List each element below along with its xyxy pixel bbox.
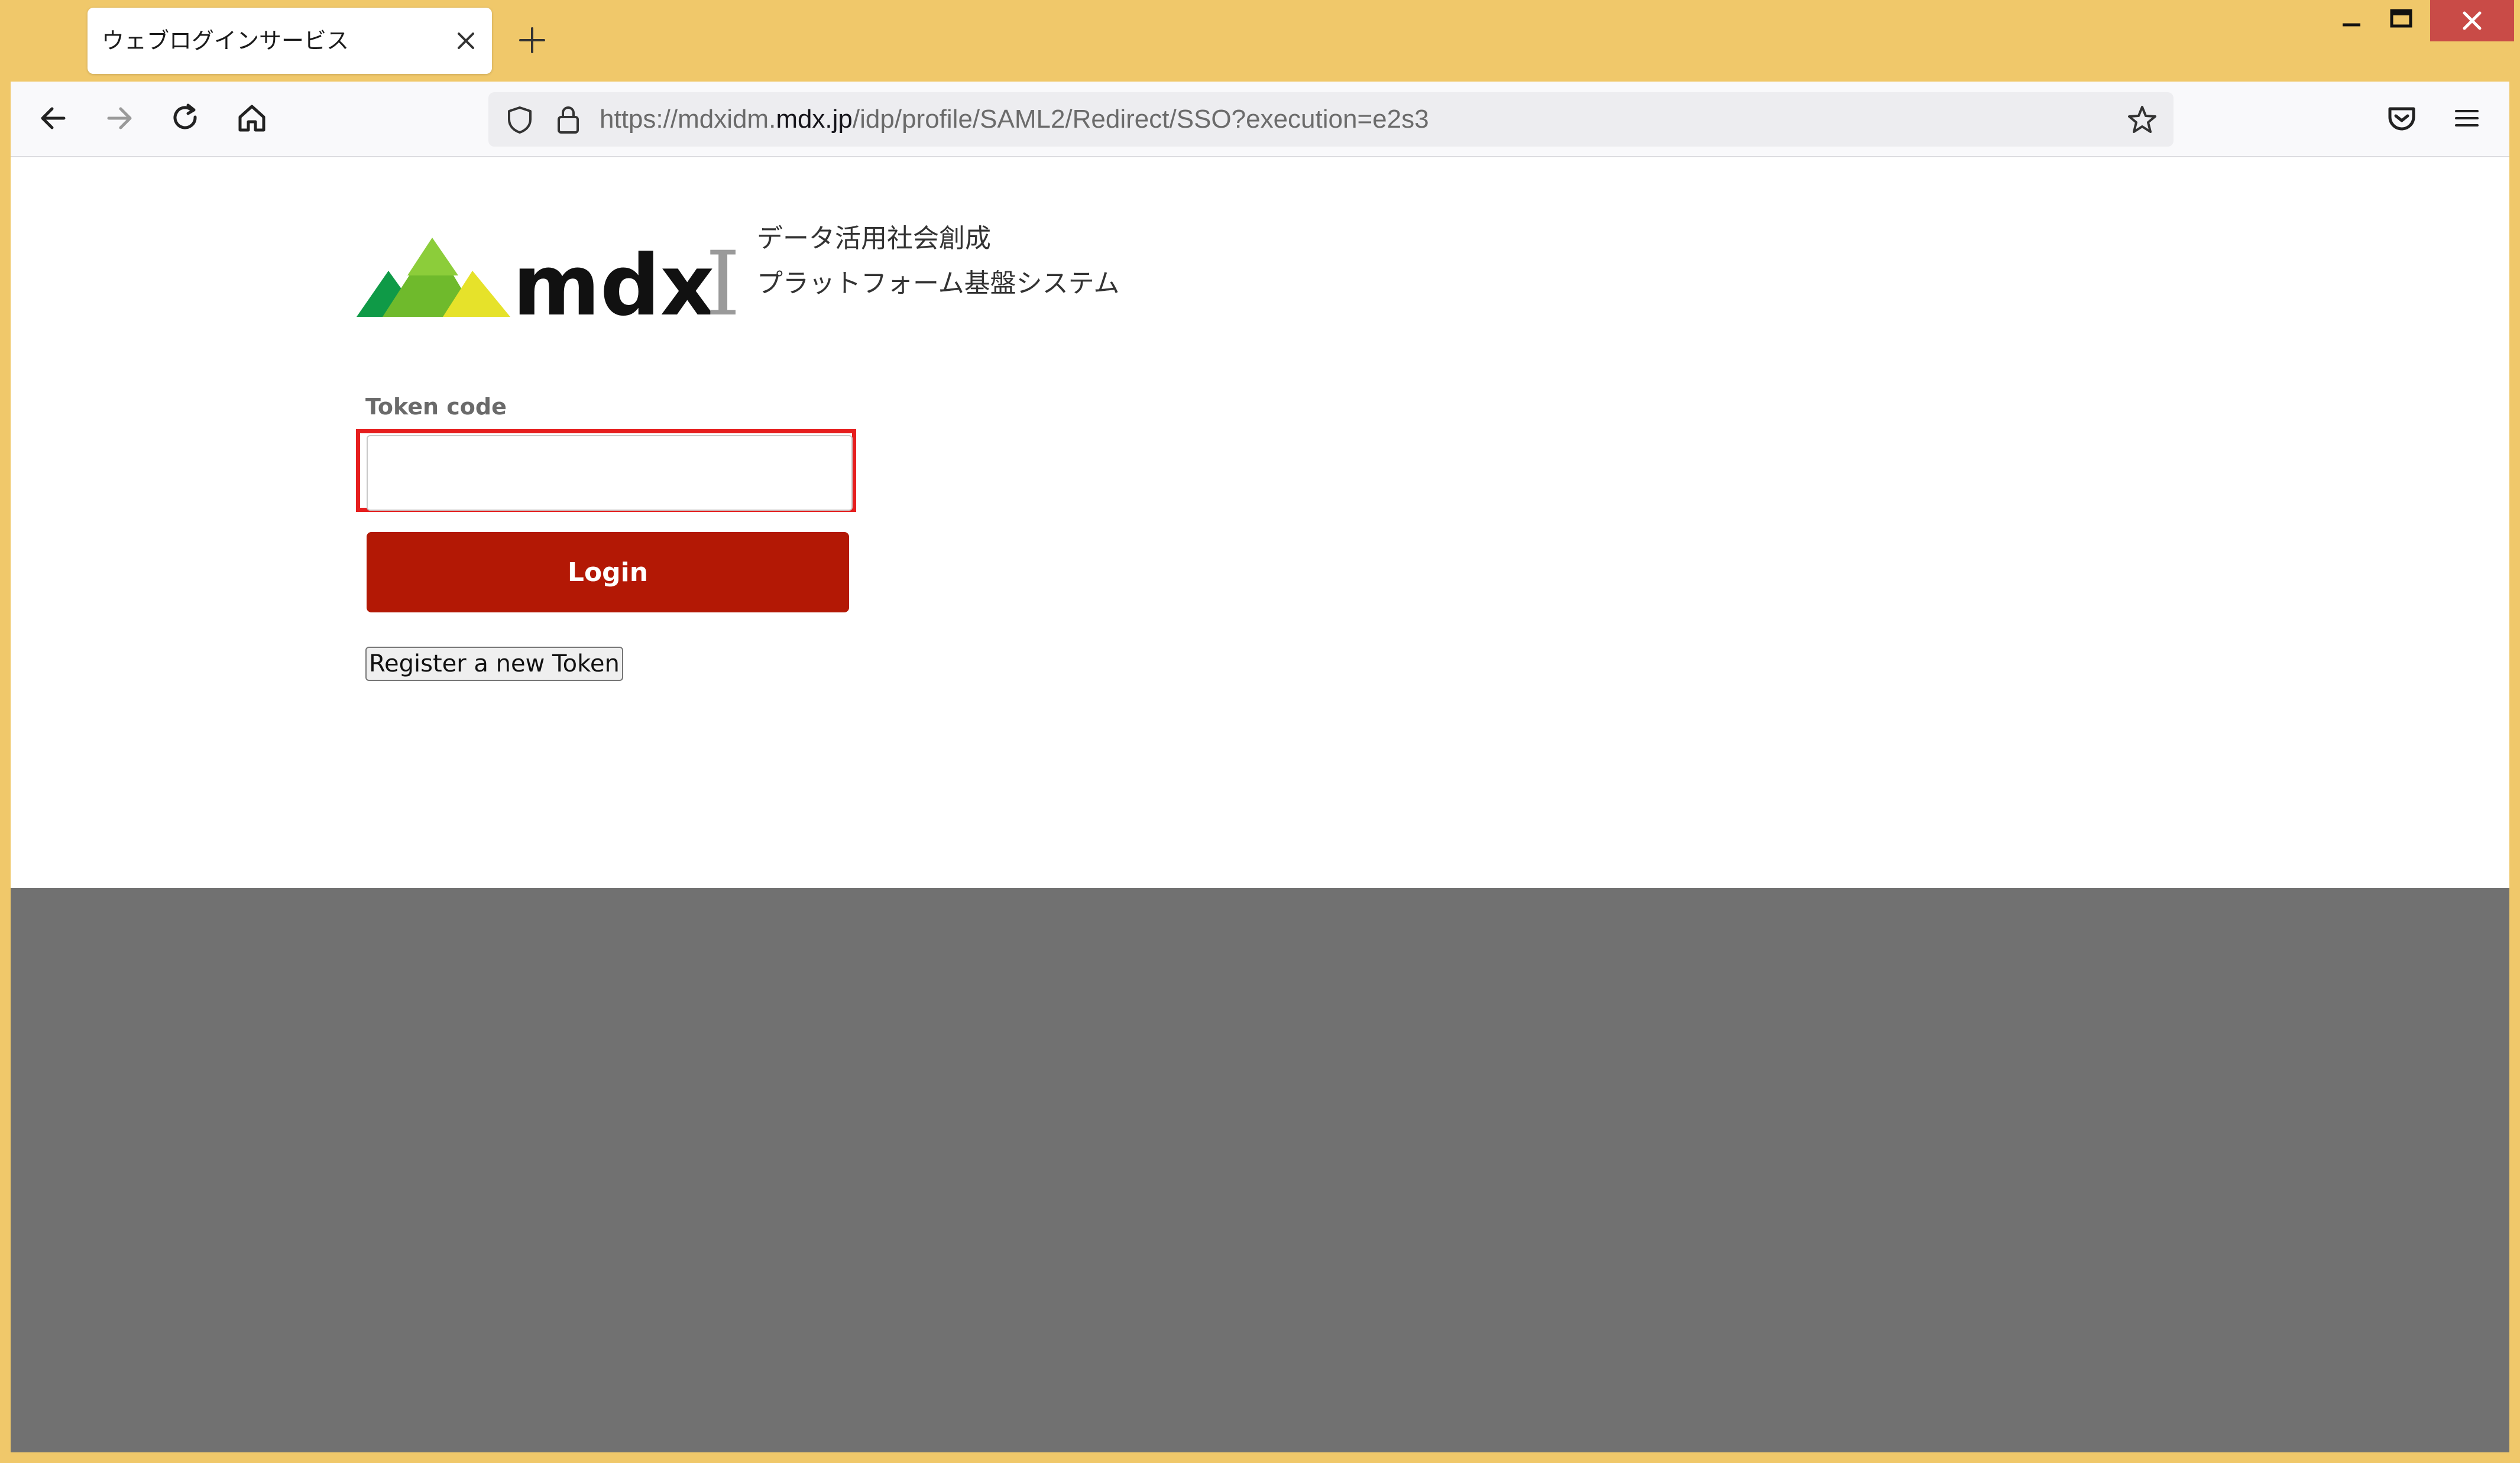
logo-numeral: I bbox=[705, 233, 740, 336]
url-host: mdx.jp bbox=[776, 105, 853, 134]
register-token-button[interactable]: Register a new Token bbox=[365, 647, 623, 681]
logo-tagline: データ活用社会創成 プラットフォーム基盤システム bbox=[757, 216, 1119, 306]
minimize-icon[interactable] bbox=[2331, 0, 2372, 41]
navigation-bar: https://mdxidm.mdx.jp/idp/profile/SAML2/… bbox=[11, 82, 2509, 157]
close-tab-icon[interactable] bbox=[453, 28, 479, 54]
token-code-label: Token code bbox=[365, 394, 507, 420]
tagline-line2: プラットフォーム基盤システム bbox=[757, 268, 1120, 299]
url-prefix: https://mdxidm. bbox=[600, 105, 776, 134]
pocket-icon[interactable] bbox=[2383, 99, 2421, 137]
page-content: mdx I データ活用社会創成 プラットフォーム基盤システム Token cod… bbox=[11, 157, 2509, 888]
home-icon[interactable] bbox=[233, 99, 271, 137]
maximize-icon[interactable] bbox=[2380, 0, 2421, 41]
plus-icon[interactable] bbox=[516, 24, 549, 57]
tab-title: ウェブログインサービス bbox=[102, 28, 349, 54]
url-text[interactable]: https://mdxidm.mdx.jp/idp/profile/SAML2/… bbox=[600, 92, 1429, 147]
url-bar[interactable]: https://mdxidm.mdx.jp/idp/profile/SAML2/… bbox=[488, 92, 2174, 147]
shield-icon[interactable] bbox=[505, 105, 535, 135]
menu-icon[interactable] bbox=[2448, 99, 2486, 137]
token-code-input[interactable] bbox=[367, 435, 853, 511]
close-window-icon[interactable] bbox=[2430, 0, 2514, 41]
back-icon[interactable] bbox=[34, 99, 72, 137]
url-path: /idp/profile/SAML2/Redirect/SSO?executio… bbox=[852, 105, 1429, 134]
tagline-line1: データ活用社会創成 bbox=[757, 223, 991, 254]
reload-icon[interactable] bbox=[167, 99, 205, 137]
forward-icon[interactable] bbox=[101, 99, 138, 137]
star-icon[interactable] bbox=[2126, 104, 2158, 136]
browser-tab[interactable]: ウェブログインサービス bbox=[88, 8, 492, 74]
logo-wordmark: mdx bbox=[513, 237, 714, 335]
browser-window: ウェブログインサービス https://mdxidm.mdx.jp/idp/pr… bbox=[0, 0, 2520, 1463]
lock-icon[interactable] bbox=[553, 104, 583, 135]
page-footer bbox=[11, 888, 2509, 1452]
login-button[interactable]: Login bbox=[367, 532, 849, 612]
